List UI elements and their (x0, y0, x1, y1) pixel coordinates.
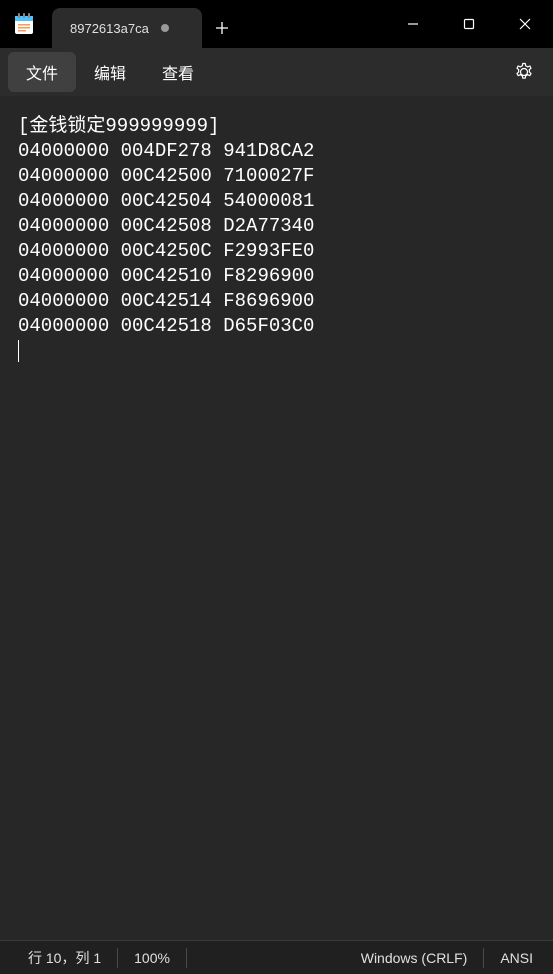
status-line-ending[interactable]: Windows (CRLF) (345, 948, 485, 968)
menubar: 文件 编辑 查看 (0, 48, 553, 96)
editor-line: 04000000 00C42508 D2A77340 (18, 215, 314, 237)
gear-icon (514, 62, 534, 82)
status-position[interactable]: 行 10，列 1 (4, 948, 118, 968)
maximize-icon (463, 18, 475, 30)
tab-modified-indicator[interactable] (161, 24, 169, 32)
status-zoom[interactable]: 100% (118, 948, 187, 968)
add-tab-button[interactable] (202, 8, 242, 48)
editor-line: 04000000 00C42510 F8296900 (18, 265, 314, 287)
text-cursor (18, 340, 19, 362)
editor-line: 04000000 00C42518 D65F03C0 (18, 315, 314, 337)
editor-line: 04000000 00C42500 7100027F (18, 165, 314, 187)
menu-file[interactable]: 文件 (8, 52, 76, 92)
minimize-icon (407, 18, 419, 30)
plus-icon (215, 21, 229, 35)
settings-button[interactable] (503, 53, 545, 91)
close-icon (519, 18, 531, 30)
menu-edit[interactable]: 编辑 (76, 52, 144, 92)
editor-line: 04000000 00C42504 54000081 (18, 190, 314, 212)
notepad-icon (14, 13, 34, 35)
editor-line: 04000000 00C42514 F8696900 (18, 290, 314, 312)
tab-active[interactable]: 8972613a7ca (52, 8, 202, 48)
titlebar-drag-area[interactable] (242, 0, 385, 48)
app-icon (0, 0, 48, 48)
close-button[interactable] (497, 0, 553, 48)
window-controls (385, 0, 553, 48)
titlebar: 8972613a7ca (0, 0, 553, 48)
status-encoding[interactable]: ANSI (484, 948, 549, 968)
maximize-button[interactable] (441, 0, 497, 48)
statusbar: 行 10，列 1 100% Windows (CRLF) ANSI (0, 940, 553, 974)
minimize-button[interactable] (385, 0, 441, 48)
editor-line: 04000000 004DF278 941D8CA2 (18, 140, 314, 162)
menu-view[interactable]: 查看 (144, 52, 212, 92)
tab-title: 8972613a7ca (70, 21, 149, 36)
editor-line: [金钱锁定999999999] (18, 115, 219, 137)
editor-line: 04000000 00C4250C F2993FE0 (18, 240, 314, 262)
text-editor[interactable]: [金钱锁定999999999] 04000000 004DF278 941D8C… (0, 96, 553, 940)
